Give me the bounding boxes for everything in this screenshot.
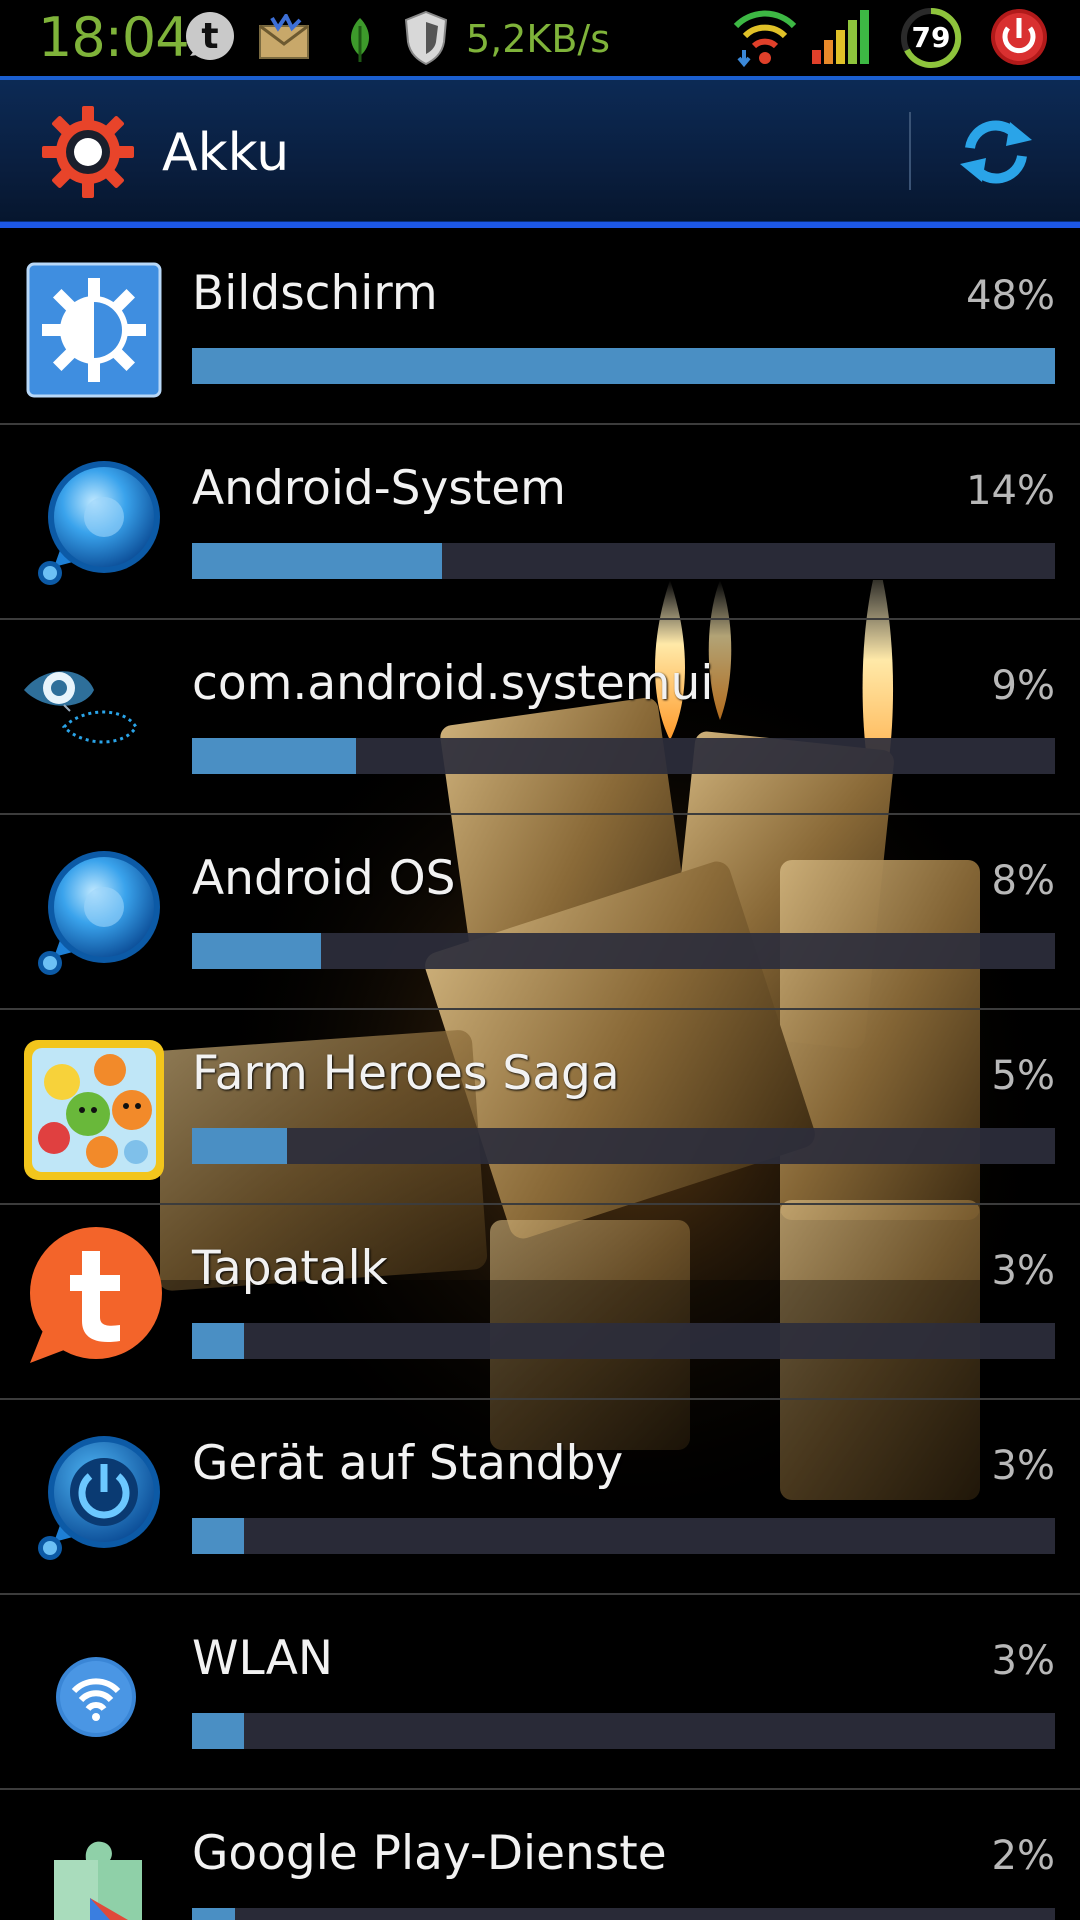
shield-icon <box>404 10 448 66</box>
item-label: WLAN <box>192 1631 334 1686</box>
action-bar-divider <box>909 112 911 190</box>
item-label: Bildschirm <box>192 266 438 321</box>
tapatalk-icon: t <box>186 12 234 60</box>
usage-bar <box>192 933 1055 969</box>
list-item-tapatalk[interactable]: Tapatalk 3% <box>0 1205 1080 1400</box>
network-speed: 5,2KB/s <box>466 17 611 61</box>
screen: 18:04 t 5,2KB/s 79 Akku Bildschirm 48% A… <box>0 0 1080 1920</box>
usage-bar-fill <box>192 1323 244 1359</box>
farm-heroes-saga-icon <box>24 1040 164 1180</box>
status-bar: 18:04 t 5,2KB/s 79 <box>0 0 1080 76</box>
battery-usage-list: Bildschirm 48% Android-System 14% com.an… <box>0 230 1080 1920</box>
list-item-google-play-services[interactable]: Google Play-Dienste 2% <box>0 1790 1080 1920</box>
list-item-standby[interactable]: Gerät auf Standby 3% <box>0 1400 1080 1595</box>
item-percent: 14% <box>966 468 1055 514</box>
list-item-android-os[interactable]: Android OS 8% <box>0 815 1080 1010</box>
list-item-bildschirm[interactable]: Bildschirm 48% <box>0 230 1080 425</box>
svg-text:t: t <box>201 16 218 57</box>
usage-bar-fill <box>192 1518 244 1554</box>
list-item-systemui[interactable]: com.android.systemui 9% <box>0 620 1080 815</box>
gear-icon <box>42 106 134 198</box>
item-percent: 9% <box>991 663 1055 709</box>
eye-icon <box>24 671 138 744</box>
item-label: Android-System <box>192 461 566 516</box>
usage-bar <box>192 1323 1055 1359</box>
usage-bar <box>192 1518 1055 1554</box>
item-percent: 3% <box>991 1638 1055 1684</box>
usage-bar-fill <box>192 1128 287 1164</box>
refresh-button[interactable] <box>950 104 1040 200</box>
usage-bar-fill <box>192 738 356 774</box>
screen-brightness-icon <box>26 262 162 398</box>
item-label: Gerät auf Standby <box>192 1436 624 1491</box>
wifi-icon <box>733 10 797 68</box>
item-percent: 3% <box>991 1443 1055 1489</box>
list-item-android-system[interactable]: Android-System 14% <box>0 425 1080 620</box>
item-percent: 5% <box>991 1053 1055 1099</box>
usage-bar-fill <box>192 543 443 579</box>
item-label: Tapatalk <box>192 1241 388 1296</box>
tapatalk-icon <box>30 1227 162 1363</box>
leaf-icon <box>351 18 369 62</box>
item-label: Google Play-Dienste <box>192 1826 667 1881</box>
usage-bar <box>192 543 1055 579</box>
usage-bar <box>192 738 1055 774</box>
android-os-icon <box>38 851 160 975</box>
item-percent: 8% <box>991 858 1055 904</box>
item-label: Farm Heroes Saga <box>192 1046 620 1101</box>
android-system-icon <box>38 461 160 585</box>
usage-bar <box>192 1713 1055 1749</box>
item-label: Android OS <box>192 851 456 906</box>
wifi-icon <box>56 1657 136 1737</box>
item-percent: 48% <box>966 273 1055 319</box>
usage-bar-fill <box>192 1908 236 1920</box>
page-title: Akku <box>162 123 290 183</box>
usage-bar-fill <box>192 933 322 969</box>
usage-bar <box>192 1908 1055 1920</box>
usage-bar <box>192 348 1055 384</box>
item-label: com.android.systemui <box>192 656 714 711</box>
usage-bar <box>192 1128 1055 1164</box>
action-bar: Akku <box>0 76 1080 228</box>
google-play-services-icon <box>54 1841 142 1920</box>
mail-icon <box>259 14 309 59</box>
refresh-icon <box>960 120 1032 184</box>
battery-level: 79 <box>911 21 951 54</box>
list-item-wlan[interactable]: WLAN 3% <box>0 1595 1080 1790</box>
power-icon <box>991 9 1047 65</box>
signal-icon <box>812 10 869 64</box>
status-time: 18:04 <box>38 6 190 69</box>
item-percent: 3% <box>991 1248 1055 1294</box>
item-percent: 2% <box>991 1833 1055 1879</box>
battery-icon: 79 <box>898 6 964 70</box>
usage-bar-fill <box>192 1713 244 1749</box>
list-item-farm-heroes-saga[interactable]: Farm Heroes Saga 5% <box>0 1010 1080 1205</box>
standby-power-icon <box>38 1436 160 1560</box>
usage-bar-fill <box>192 348 1055 384</box>
